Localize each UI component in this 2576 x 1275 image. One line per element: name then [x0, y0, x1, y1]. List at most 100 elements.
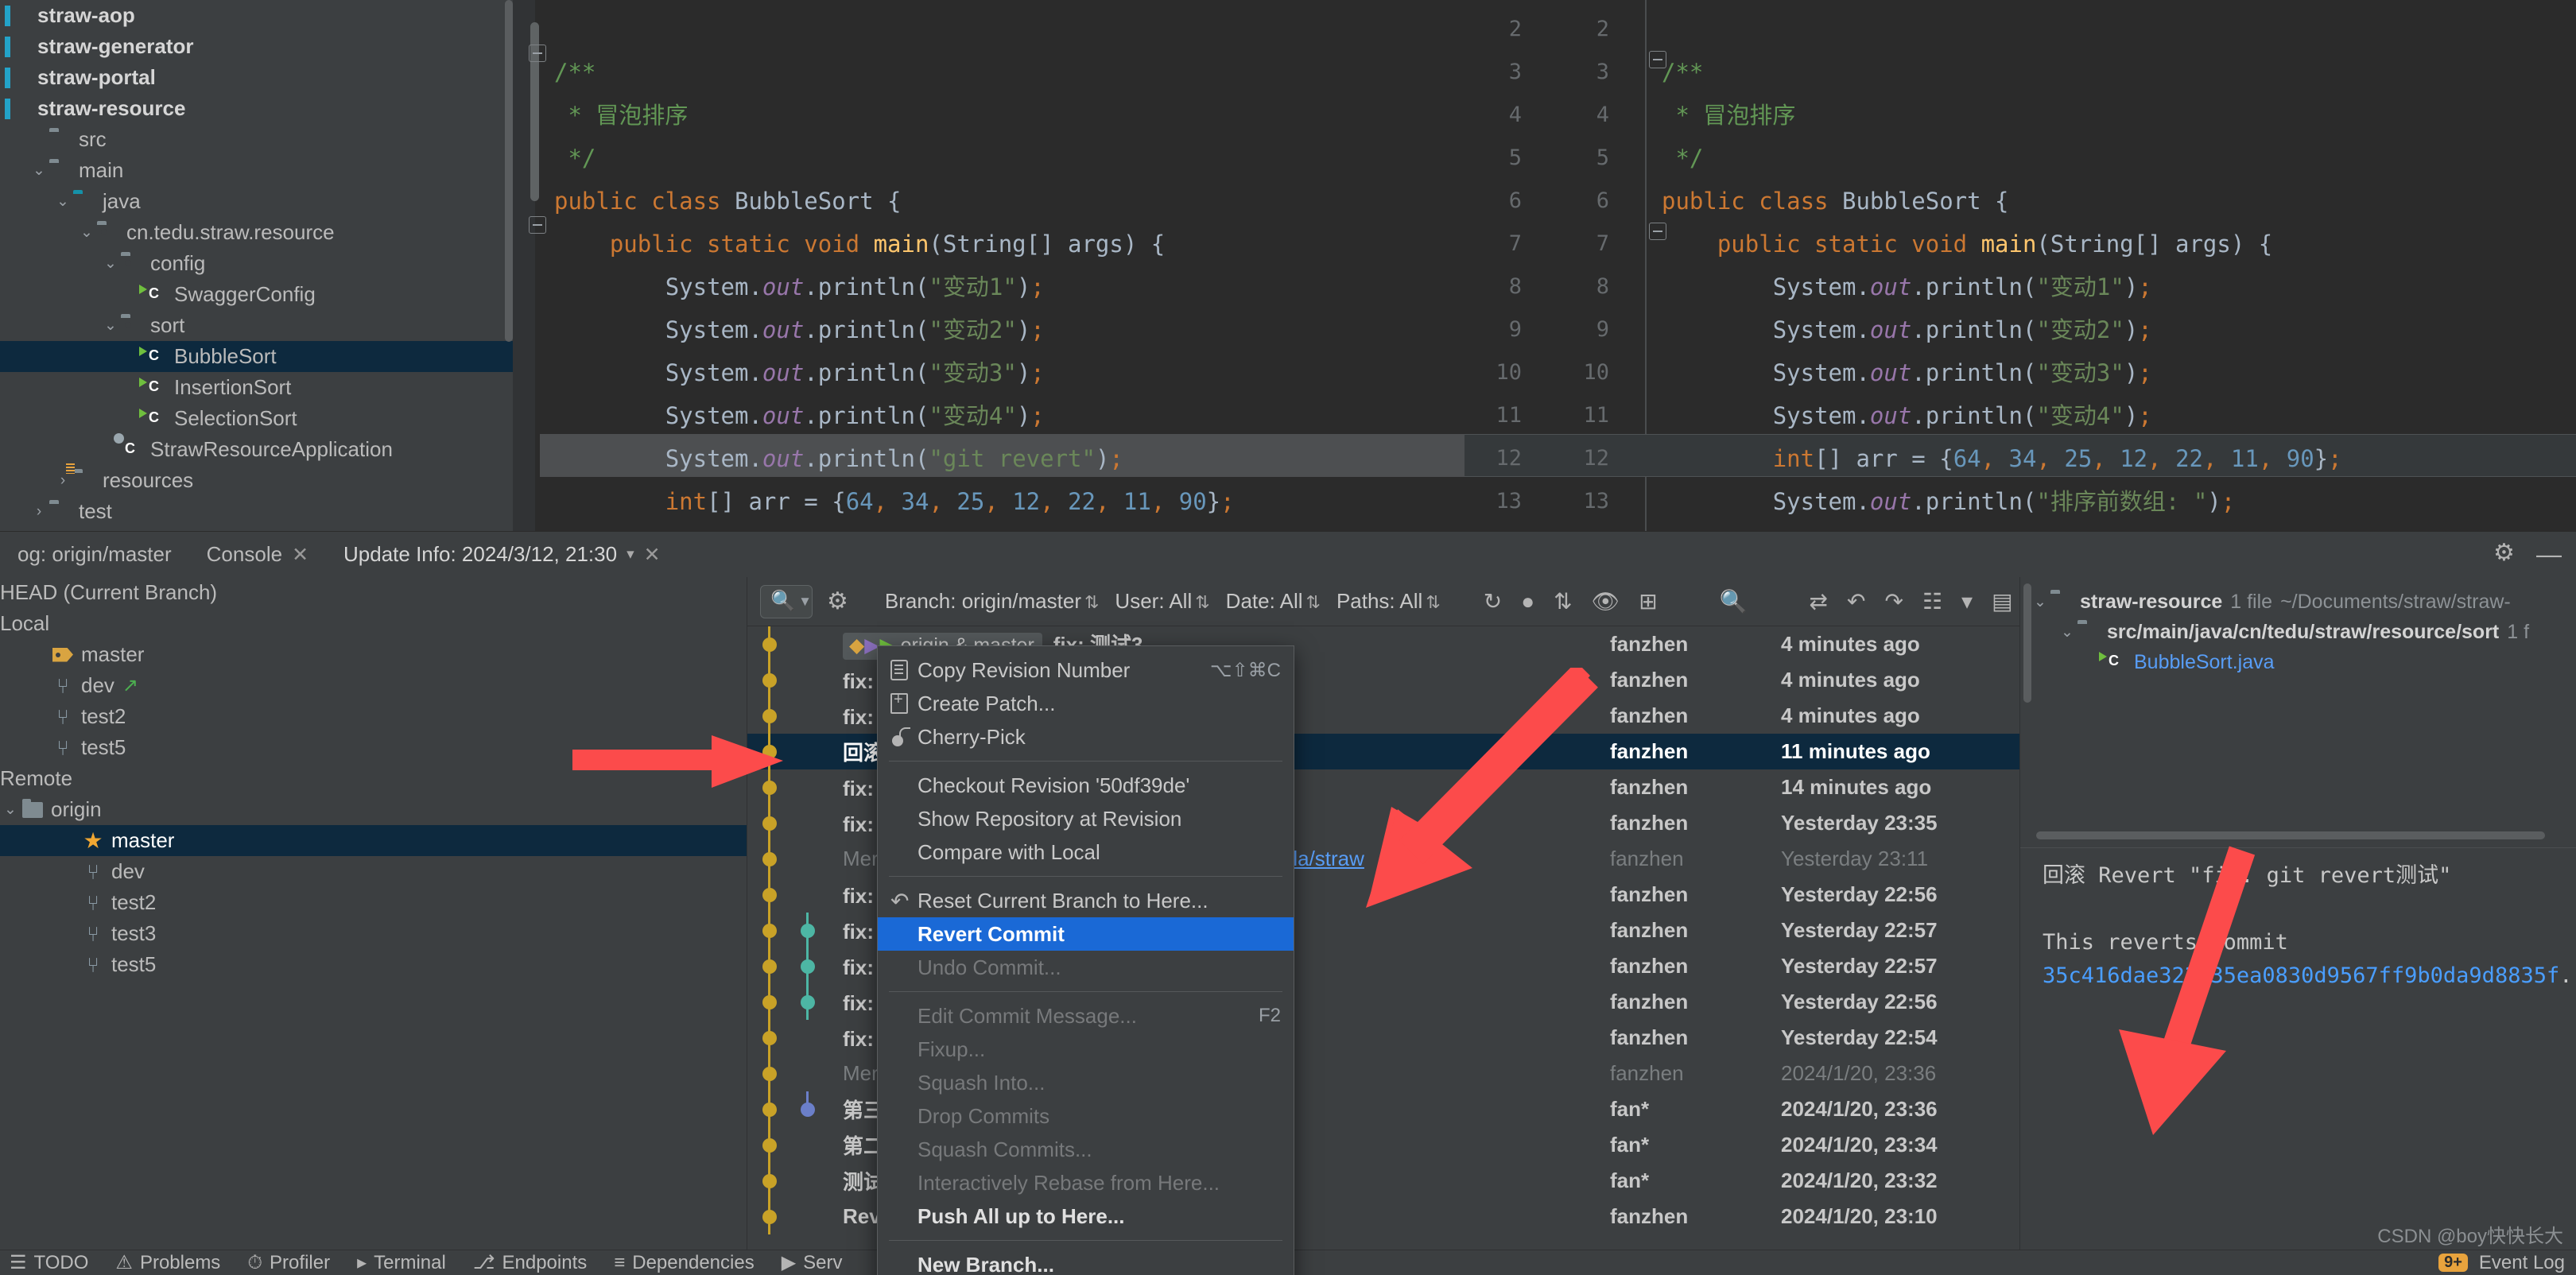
tree-item-cn-tedu-straw-resource[interactable]: ⌄ cn.tedu.straw.resource [0, 217, 513, 248]
tab-console[interactable]: Console ✕ [189, 532, 326, 578]
diff-code-line[interactable]: public static void main(String[] args) { [1662, 223, 2272, 265]
tree-item-straw-generator[interactable]: straw-generator [0, 31, 513, 62]
diff-code-line[interactable]: System.out.println("变动1"); [1662, 265, 2152, 308]
tab-og-origin-master[interactable]: og: origin/master [0, 532, 189, 578]
branches-sidebar[interactable]: HEAD (Current Branch) Local master ⑂ dev ↗ ⑂ te… [0, 577, 747, 1250]
code-line[interactable]: */ [554, 137, 596, 180]
changed-file-row[interactable]: ⌄ straw-resource 1 file ~/Documents/straw/s… [2030, 587, 2576, 617]
chevron-down-icon[interactable]: ⌄ [2030, 593, 2050, 611]
code-line[interactable]: int[] arr = {64, 34, 25, 12, 22, 11, 90}… [554, 480, 1235, 523]
code-fold-icon[interactable] [1649, 223, 1666, 240]
diff-code-line[interactable]: System.out.println("变动3"); [1662, 351, 2152, 394]
branch-item-head-current-branch-[interactable]: HEAD (Current Branch) [0, 577, 747, 608]
code-line[interactable]: * 冒泡排序 [554, 94, 688, 137]
branch-item-dev[interactable]: ⑂ dev [0, 856, 747, 887]
diff-code-line[interactable]: */ [1662, 137, 1703, 180]
status-item-profiler[interactable]: ⏱ Profiler [247, 1252, 330, 1274]
menu-item-edit-commit-message[interactable]: Edit Commit Message... F2 [878, 999, 1294, 1033]
branch-item-test2[interactable]: ⑂ test2 [0, 887, 747, 918]
code-line[interactable]: System.out.println("变动2"); [554, 308, 1045, 351]
diff-code-line[interactable]: int[] arr = {64, 34, 25, 12, 22, 11, 90}… [1662, 437, 2342, 480]
event-log-label[interactable]: Event Log [2479, 1252, 2565, 1274]
commit-context-menu[interactable]: Copy Revision Number ⌥⇧⌘C Create Patch... C… [877, 645, 1294, 1275]
chevron-down-icon[interactable]: ⌄ [0, 800, 21, 819]
status-item-dependencies[interactable]: ≡ Dependencies [614, 1252, 754, 1274]
menu-item-squash-commits[interactable]: Squash Commits... [878, 1133, 1294, 1166]
redo-icon[interactable]: ↷ [1884, 588, 1903, 614]
tree-item-src[interactable]: src [0, 124, 513, 155]
branch-item-test3[interactable]: ⑂ test3 [0, 918, 747, 949]
tab-update-info-2024-3-12-21-30[interactable]: Update Info: 2024/3/12, 21:30 ▾ ✕ [326, 532, 678, 578]
chevron-down-icon[interactable]: ⌄ [29, 161, 49, 180]
code-line[interactable]: System.out.println("变动1"); [554, 265, 1045, 308]
menu-item-create-patch[interactable]: Create Patch... [878, 687, 1294, 720]
status-item-problems[interactable]: ⚠ Problems [115, 1251, 220, 1274]
changed-file-row[interactable]: BubbleSort.java [2030, 647, 2576, 677]
updown-icon[interactable]: ⇅ [1306, 592, 1321, 612]
branch-item-test5[interactable]: ⑂ test5 [0, 732, 747, 763]
search-dropdown-icon[interactable]: ▼ [798, 594, 812, 610]
status-item-todo[interactable]: ☰ TODO [10, 1251, 88, 1274]
gear-icon[interactable] [2493, 539, 2516, 567]
code-line[interactable]: public static void main(String[] args) { [554, 223, 1165, 265]
changed-files-tree[interactable]: ⌄ straw-resource 1 file ~/Documents/straw/s… [2020, 577, 2576, 677]
chevron-down-icon[interactable]: ▾ [627, 545, 634, 564]
tree-item-resources[interactable]: › resources [0, 465, 513, 496]
menu-item-show-repository-at-revision[interactable]: Show Repository at Revision [878, 802, 1294, 835]
filter-paths[interactable]: Paths: All ⇅ [1336, 589, 1441, 614]
changed-file-row[interactable]: ⌄ src/main/java/cn/tedu/straw/resource/so… [2030, 617, 2576, 647]
tree-item-main[interactable]: ⌄ main [0, 155, 513, 186]
project-tree-scrollbar[interactable] [505, 0, 513, 342]
tree-item-straw-portal[interactable]: straw-portal [0, 62, 513, 93]
details-icon[interactable]: ▤ [1992, 588, 2012, 614]
updown-icon[interactable]: ⇅ [1195, 592, 1209, 612]
chevron-right-icon[interactable]: › [52, 472, 73, 490]
tree-item-insertionsort[interactable]: InsertionSort [0, 372, 513, 403]
tree-item-java[interactable]: ⌄ java [0, 186, 513, 217]
filter-user[interactable]: User: All ⇅ [1115, 589, 1209, 614]
diff-code-line[interactable]: * 冒泡排序 [1662, 94, 1795, 137]
tree-item-bubblesort[interactable]: BubbleSort [0, 341, 513, 372]
branch-item-local[interactable]: Local [0, 608, 747, 639]
chevron-down-icon[interactable]: ⌄ [100, 254, 121, 273]
tree-item-test[interactable]: › test [0, 496, 513, 527]
code-line[interactable]: System.out.println("变动4"); [554, 394, 1045, 437]
menu-item-revert-commit[interactable]: Revert Commit [878, 917, 1294, 951]
branch-item-test2[interactable]: ⑂ test2 [0, 701, 747, 732]
diff-code-line[interactable]: System.out.println("变动2"); [1662, 308, 2152, 351]
menu-item-new-branch[interactable]: New Branch... [878, 1248, 1294, 1275]
diff-code-line[interactable]: System.out.println("排序前数组: "); [1662, 480, 2236, 523]
updown-icon[interactable]: ⇅ [1426, 592, 1440, 612]
code-line[interactable]: System.out.println("变动3"); [554, 351, 1045, 394]
refresh-icon[interactable]: ↻ [1484, 588, 1502, 614]
columns-icon[interactable]: ☷ [1922, 588, 1942, 614]
menu-item-interactively-rebase-from-here[interactable]: Interactively Rebase from Here... [878, 1166, 1294, 1199]
commit-sha-link[interactable]: 35c416dae322435ea0830d9567ff9b0da9d8835f [2043, 963, 2559, 988]
details-hscrollbar[interactable] [2036, 831, 2545, 839]
tree-item-strawresourceapplication[interactable]: StrawResourceApplication [0, 434, 513, 465]
tree-item-config[interactable]: ⌄ config [0, 248, 513, 279]
code-fold-icon[interactable] [529, 216, 546, 234]
branch-item-test5[interactable]: ⑂ test5 [0, 949, 747, 980]
code-fold-icon[interactable] [529, 45, 546, 62]
menu-item-reset-current-branch-to-here[interactable]: ↶ Reset Current Branch to Here... [878, 884, 1294, 917]
project-tree[interactable]: straw-aop straw-generator straw-portal stra… [0, 0, 513, 531]
search-input[interactable]: 🔍 ▼ [760, 584, 813, 618]
chevron-down-icon[interactable]: ⌄ [52, 192, 73, 211]
tree-item-sort[interactable]: ⌄ sort [0, 310, 513, 341]
filter-date[interactable]: Date: All ⇅ [1226, 589, 1321, 614]
expand-icon[interactable]: ⊞ [1639, 588, 1657, 614]
tree-item-swaggerconfig[interactable]: SwaggerConfig [0, 279, 513, 310]
undo-icon[interactable]: ↶ [1847, 588, 1865, 614]
chevron-down-icon[interactable]: ⌄ [76, 223, 97, 242]
eye-icon[interactable]: 👁 [1592, 588, 1620, 614]
menu-item-fixup[interactable]: Fixup... [878, 1033, 1294, 1066]
editor-left-pane[interactable]: /** * 冒泡排序 */public class BubbleSort { p… [513, 0, 1465, 531]
filter-icon[interactable]: ▾ [1961, 588, 1973, 614]
branch-item-origin[interactable]: ⌄ origin [0, 794, 747, 825]
diff-code-line[interactable]: /** [1662, 51, 1703, 94]
details-scrollbar[interactable] [2023, 583, 2031, 703]
menu-item-compare-with-local[interactable]: Compare with Local [878, 835, 1294, 869]
diff-code-line[interactable]: System.out.println("变动4"); [1662, 394, 2152, 437]
branch-item-master[interactable]: ★ master [0, 825, 747, 856]
